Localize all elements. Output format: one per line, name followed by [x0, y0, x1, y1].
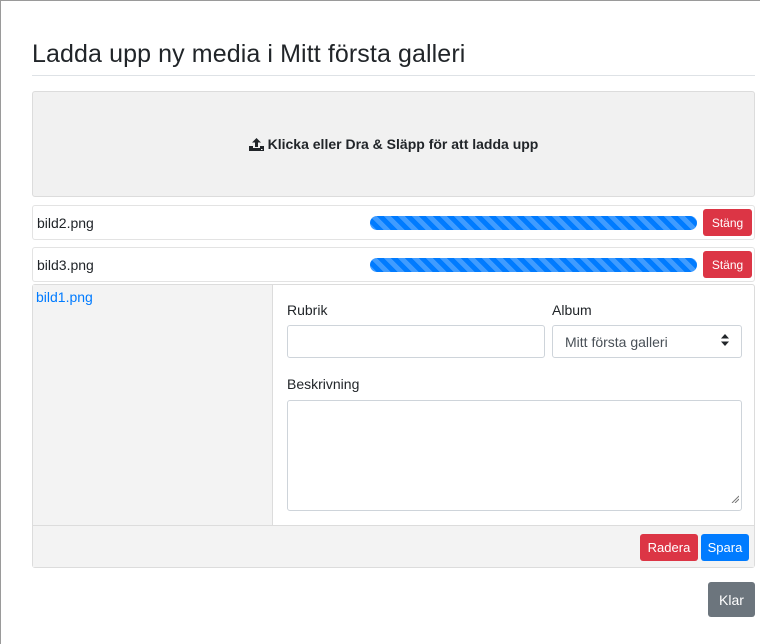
close-button[interactable]: Stäng: [703, 209, 752, 236]
save-button[interactable]: Spara: [701, 534, 749, 561]
upload-progress-fill: [370, 258, 697, 272]
media-editor-card: bild1.png Rubrik Album Mitt första galle…: [32, 284, 755, 568]
delete-button[interactable]: Radera: [640, 534, 698, 561]
title-divider: [32, 75, 755, 76]
upload-dropzone[interactable]: Klicka eller Dra & Släpp för att ladda u…: [32, 91, 755, 197]
album-label: Album: [552, 302, 592, 318]
album-select[interactable]: Mitt första galleri: [552, 325, 742, 358]
upload-row: bild3.png Stäng: [32, 247, 755, 282]
rubrik-input[interactable]: [287, 325, 545, 358]
upload-row: bild2.png Stäng: [32, 205, 755, 240]
close-button[interactable]: Stäng: [703, 251, 752, 278]
upload-progress-fill: [370, 216, 697, 230]
rubrik-label: Rubrik: [287, 302, 328, 318]
upload-icon: [248, 137, 264, 151]
resize-handle-icon[interactable]: [731, 490, 740, 508]
album-select-value: Mitt första galleri: [565, 333, 668, 350]
dropzone-content: Klicka eller Dra & Släpp för att ladda u…: [248, 136, 539, 152]
window-border-top: [0, 0, 760, 1]
upload-progress-bar: [370, 216, 697, 230]
upload-progress-bar: [370, 258, 697, 272]
select-arrows-icon: [721, 334, 729, 349]
beskrivning-label: Beskrivning: [287, 376, 360, 392]
upload-filename: bild3.png: [37, 257, 94, 273]
editor-footer: Radera Spara: [33, 525, 754, 567]
done-button[interactable]: Klar: [708, 582, 755, 617]
upload-filename: bild2.png: [37, 215, 94, 231]
window-border-left: [0, 0, 1, 644]
beskrivning-textarea[interactable]: [287, 400, 742, 511]
dropzone-label: Klicka eller Dra & Släpp för att ladda u…: [267, 136, 539, 152]
page-title: Ladda upp ny media i Mitt första galleri: [32, 40, 466, 68]
media-filename-link[interactable]: bild1.png: [36, 289, 93, 305]
media-preview-panel: bild1.png: [33, 285, 273, 525]
